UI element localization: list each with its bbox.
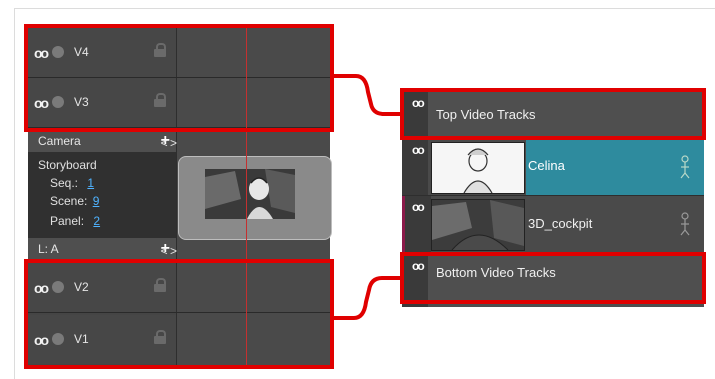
connector-top	[334, 74, 400, 116]
connector-bottom	[334, 276, 400, 320]
callout-connectors	[334, 74, 400, 320]
